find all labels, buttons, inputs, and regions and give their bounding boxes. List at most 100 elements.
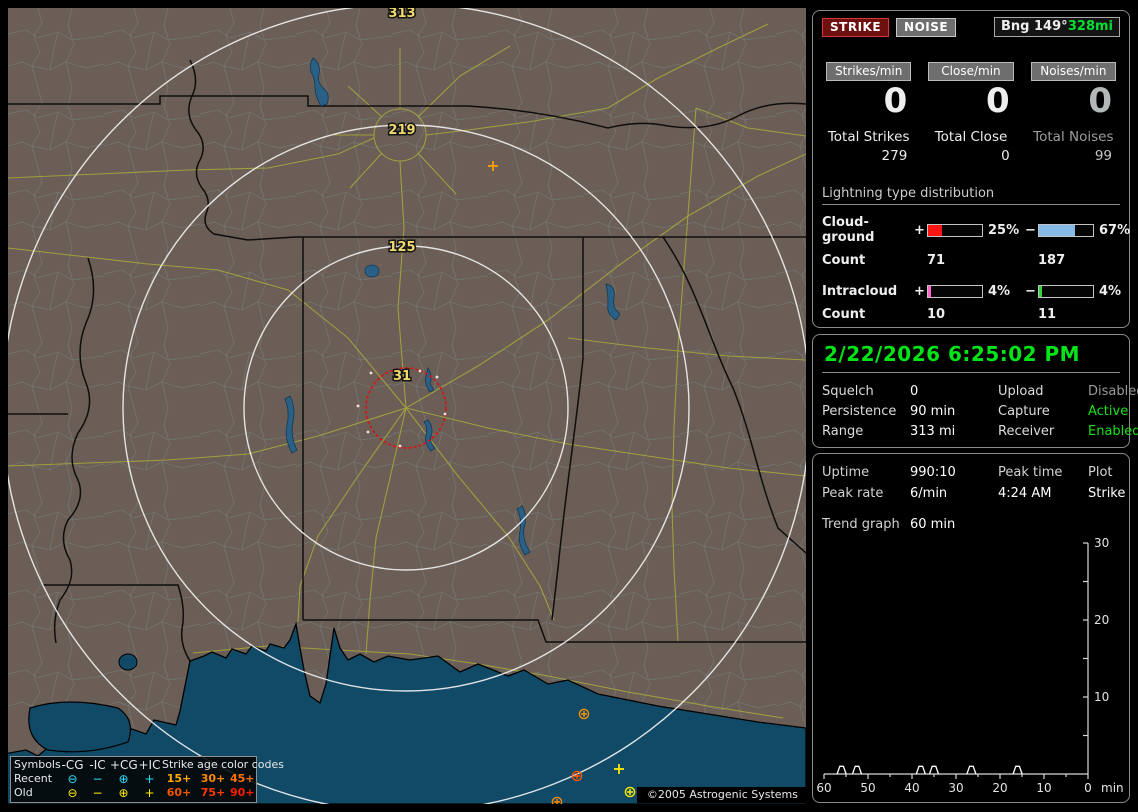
trend-graph-value: 60 min — [910, 514, 998, 535]
bearing-readout: Bng 149° 328mi — [994, 17, 1120, 37]
legend-old-row: Old ⊖ − ⊕ + 60+ 75+ 90+ — [14, 786, 253, 800]
age-75: 75+ — [196, 786, 230, 800]
uptime-label: Uptime — [822, 462, 910, 483]
total-close-label: Total Close — [924, 129, 1017, 145]
map-legend: Symbols -CG -IC +CG +IC Strike age color… — [10, 756, 257, 803]
ic-plus-count: 10 — [927, 307, 1025, 322]
svg-text:10: 10 — [1036, 781, 1051, 795]
receiver-status: Enabled — [1088, 422, 1138, 442]
peak-time-value: 4:24 AM — [998, 483, 1088, 504]
plus-icon: + — [137, 772, 162, 786]
svg-text:60: 60 — [816, 781, 831, 795]
strikes-per-min-value: 0 — [822, 82, 915, 120]
cloud-ground-row: Cloud-ground + 25% − 67% — [822, 215, 1120, 245]
ring-label-125: 125 — [388, 240, 415, 255]
age-45: 45+ — [230, 772, 255, 786]
strike-stats-panel: STRIKE NOISE Bng 149° 328mi Strikes/min … — [812, 10, 1130, 328]
peak-rate-label: Peak rate — [822, 483, 910, 504]
strikes-per-min-header[interactable]: Strikes/min — [826, 62, 911, 81]
svg-text:0: 0 — [1084, 781, 1092, 795]
ic-plus-bar — [927, 285, 983, 298]
peak-time-label: Peak time — [998, 462, 1088, 483]
total-noises-label: Total Noises — [1027, 129, 1120, 145]
svg-text:50: 50 — [860, 781, 875, 795]
noises-per-min-header[interactable]: Noises/min — [1031, 62, 1116, 81]
ic-minus-pct: 4% — [1094, 284, 1121, 299]
legend-recent-row: Recent ⊖ − ⊕ + 15+ 30+ 45+ — [14, 772, 253, 786]
legend-symbols-label: Symbols — [14, 758, 60, 772]
svg-text:20: 20 — [1094, 613, 1109, 627]
receiver-label: Receiver — [998, 422, 1088, 442]
age-30: 30+ — [196, 772, 230, 786]
ic-minus-bar — [1038, 285, 1094, 298]
minus-icon: − — [85, 772, 110, 786]
svg-text:10: 10 — [1094, 690, 1109, 704]
trend-x-unit: min — [1101, 781, 1124, 795]
total-close-value: 0 — [924, 148, 1017, 164]
squelch-label: Squelch — [822, 382, 910, 402]
trend-settings-row: Trend graph 60 min — [822, 514, 1120, 535]
plot-label: Plot — [1088, 462, 1125, 483]
circle-plus-icon: ⊕ — [110, 786, 137, 800]
legend-col-pos-ic: +IC — [137, 758, 162, 772]
plus-icon: + — [137, 786, 162, 800]
cg-plus-count: 71 — [927, 253, 1025, 268]
upload-status: Disabled — [1088, 382, 1138, 402]
ic-plus-pct: 4% — [983, 284, 1025, 299]
legend-col-neg-cg: -CG — [60, 758, 85, 772]
map-canvas[interactable]: 313 219 125 31 Symbols -CG -IC +CG +IC S… — [8, 8, 806, 804]
cg-plus-bar — [927, 224, 983, 237]
strike-button[interactable]: STRIKE — [822, 18, 889, 37]
minus-sign: − — [1025, 223, 1038, 238]
upload-label: Upload — [998, 382, 1088, 402]
capture-status: Active — [1088, 402, 1138, 422]
trend-graph: 6050403020100min102030 — [813, 538, 1131, 800]
legend-col-pos-cg: +CG — [110, 758, 137, 772]
ring-label-219: 219 — [388, 123, 415, 138]
close-per-min-value: 0 — [924, 82, 1017, 120]
cloud-ground-count-row: Count 71 187 — [822, 253, 1120, 268]
svg-text:40: 40 — [904, 781, 919, 795]
total-strikes-value: 279 — [822, 148, 915, 164]
total-strikes-label: Total Strikes — [822, 129, 915, 145]
ring-label-313: 313 — [388, 8, 415, 21]
svg-text:20: 20 — [992, 781, 1007, 795]
squelch-value: 0 — [910, 382, 998, 402]
legend-recent-label: Recent — [14, 772, 60, 786]
capture-label: Capture — [998, 402, 1088, 422]
noise-button[interactable]: NOISE — [896, 18, 956, 37]
intracloud-label: Intracloud — [822, 284, 914, 299]
uptime-value: 990:10 — [910, 462, 998, 483]
svg-text:30: 30 — [948, 781, 963, 795]
ic-minus-count: 11 — [1038, 307, 1120, 322]
cg-minus-pct: 67% — [1094, 223, 1130, 238]
legend-age-header: Strike age color codes — [162, 758, 253, 772]
plus-sign: + — [914, 223, 927, 238]
total-noises-value: 99 — [1027, 148, 1120, 164]
range-value: 313 mi — [910, 422, 998, 442]
persistence-label: Persistence — [822, 402, 910, 422]
age-15: 15+ — [162, 772, 196, 786]
bearing-range-value: 328mi — [1068, 19, 1113, 34]
circle-minus-icon: ⊖ — [60, 772, 85, 786]
bearing-value: Bng 149° — [1001, 19, 1068, 34]
count-label: Count — [822, 253, 914, 268]
peak-rate-value: 6/min — [910, 483, 998, 504]
circle-plus-icon: ⊕ — [110, 772, 137, 786]
uptime-trend-panel: Uptime 990:10 Peak time Plot Peak rate 6… — [812, 453, 1130, 803]
intracloud-count-row: Count 10 11 — [822, 307, 1120, 322]
ring-label-31: 31 — [393, 369, 411, 384]
circle-minus-icon: ⊖ — [60, 786, 85, 800]
trend-graph-label: Trend graph — [822, 514, 910, 535]
plot-value: Strike — [1088, 483, 1125, 504]
age-60: 60+ — [162, 786, 196, 800]
minus-icon: − — [85, 786, 110, 800]
legend-old-label: Old — [14, 786, 60, 800]
rate-columns: Strikes/min Close/min Noises/min 0 0 0 T… — [822, 62, 1120, 164]
status-grid: Squelch 0 Upload Disabled Persistence 90… — [822, 382, 1120, 442]
stats-grid: Uptime 990:10 Peak time Plot Peak rate 6… — [822, 462, 1120, 504]
close-per-min-header[interactable]: Close/min — [928, 62, 1013, 81]
noises-per-min-value: 0 — [1027, 82, 1120, 120]
range-label: Range — [822, 422, 910, 442]
count-label: Count — [822, 307, 914, 322]
